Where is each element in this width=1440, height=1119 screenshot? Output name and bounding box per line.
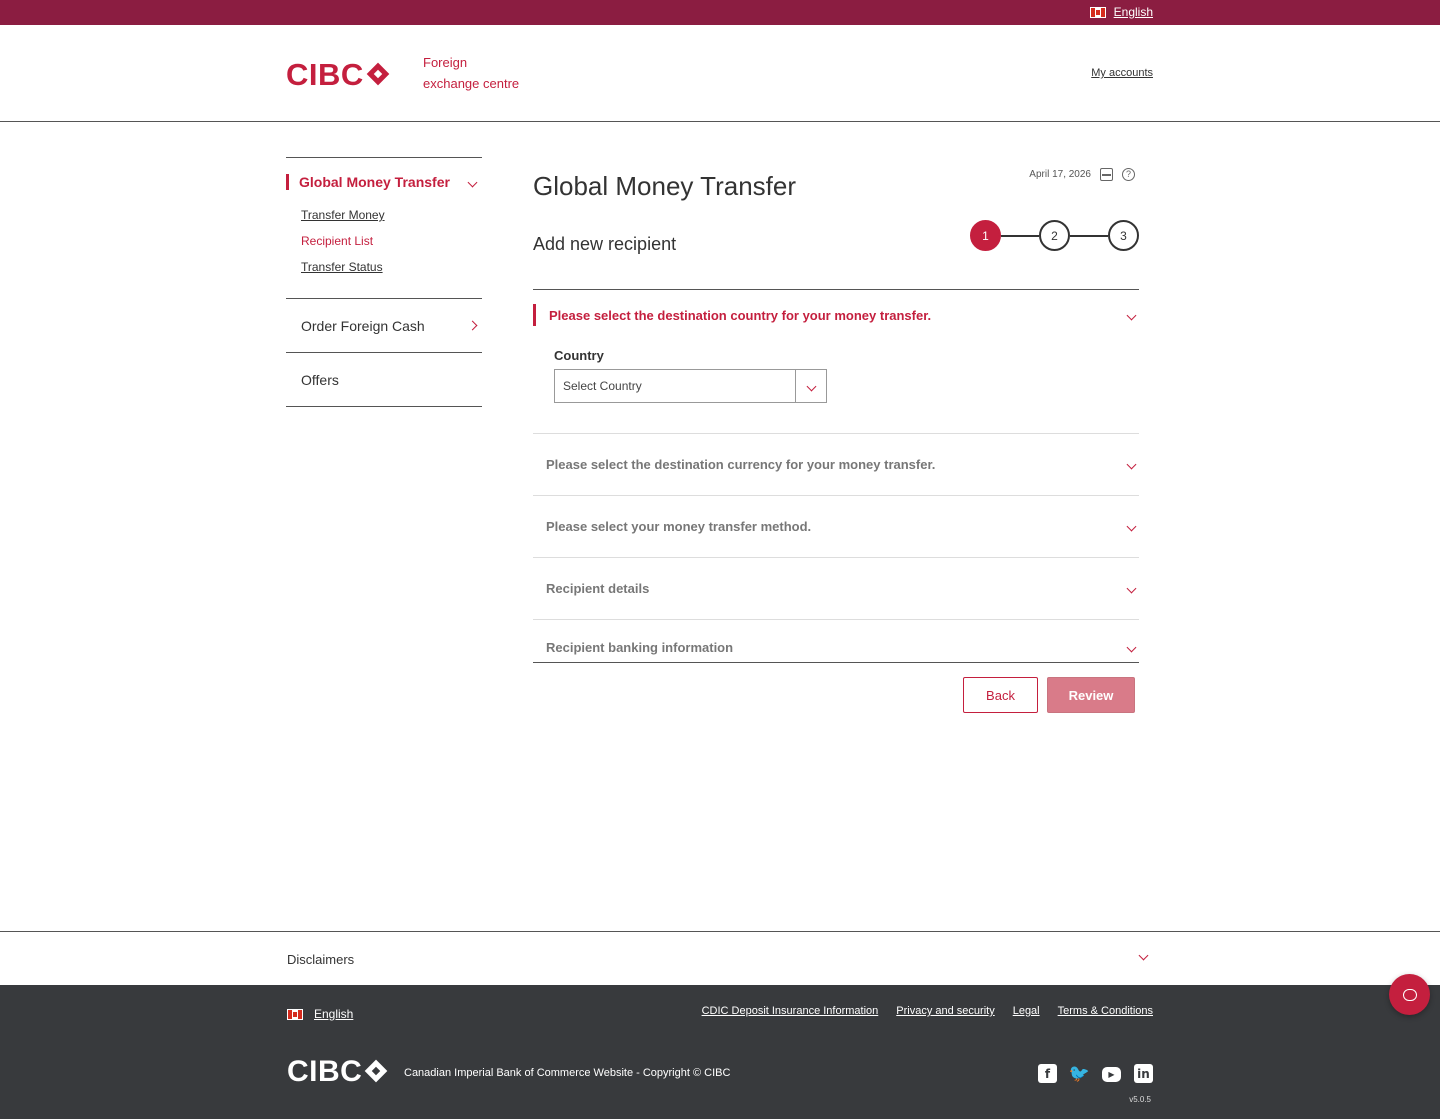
disclaimers-toggle[interactable]: Disclaimers bbox=[0, 931, 1440, 985]
step-3: 3 bbox=[1108, 220, 1139, 251]
chat-icon bbox=[1402, 988, 1417, 1001]
chevron-down-icon bbox=[806, 381, 816, 391]
sidebar-item-global-money-transfer[interactable]: Global Money Transfer bbox=[286, 158, 482, 206]
youtube-icon[interactable]: ▶ bbox=[1102, 1067, 1121, 1082]
facebook-icon[interactable]: f bbox=[1038, 1064, 1057, 1083]
footer-link-cdic[interactable]: CDIC Deposit Insurance Information bbox=[702, 1005, 879, 1017]
footer-links: CDIC Deposit Insurance Information Priva… bbox=[702, 1005, 1153, 1017]
country-label: Country bbox=[554, 348, 604, 363]
canada-flag-icon bbox=[1089, 6, 1106, 18]
sidebar-item-label: Global Money Transfer bbox=[299, 174, 450, 190]
sidebar-section-offers: Offers bbox=[286, 352, 482, 406]
logo-text: CIBC bbox=[286, 57, 364, 92]
chevron-down-icon bbox=[1126, 310, 1137, 321]
footer-link-legal[interactable]: Legal bbox=[1013, 1005, 1040, 1017]
my-accounts-link[interactable]: My accounts bbox=[1091, 67, 1153, 79]
step-1: 1 bbox=[970, 220, 1001, 251]
section-subtitle: Add new recipient bbox=[533, 234, 677, 254]
chevron-down-icon bbox=[1126, 642, 1137, 652]
footer-copyright: Canadian Imperial Bank of Commerce Websi… bbox=[404, 1067, 731, 1079]
accordion-header-recipient-details[interactable]: Recipient details bbox=[533, 558, 1139, 620]
sidebar-item-offers[interactable]: Offers bbox=[286, 353, 482, 406]
subtitle-line-2: exchange centre bbox=[423, 76, 520, 91]
sidebar-item-label: Offers bbox=[301, 371, 339, 388]
sidebar-item-transfer-money[interactable]: Transfer Money bbox=[301, 206, 482, 232]
footer: English CDIC Deposit Insurance Informati… bbox=[0, 985, 1440, 1119]
accordion-title: Please select your money transfer method… bbox=[546, 519, 812, 534]
accordion-header-country[interactable]: Please select the destination country fo… bbox=[533, 304, 1139, 326]
chevron-down-icon bbox=[1126, 521, 1137, 532]
top-bar: English bbox=[0, 0, 1440, 25]
accordion-header-currency[interactable]: Please select the destination currency f… bbox=[533, 434, 1139, 496]
page-title: Global Money Transfer bbox=[533, 171, 797, 201]
site-subtitle: Foreign exchange centre bbox=[423, 52, 519, 94]
chevron-right-icon bbox=[467, 320, 478, 331]
twitter-icon[interactable]: 🐦 bbox=[1069, 1064, 1090, 1084]
cibc-diamond-icon bbox=[366, 1061, 388, 1083]
help-icon[interactable]: ? bbox=[1122, 168, 1135, 181]
accordion-title: Recipient banking information bbox=[546, 639, 734, 655]
chat-button[interactable] bbox=[1389, 974, 1430, 1015]
sidebar-item-label: Order Foreign Cash bbox=[301, 317, 425, 334]
accordion-title: Please select the destination country fo… bbox=[549, 308, 932, 323]
date-toolbar: April 17, 2026 ? bbox=[1029, 168, 1135, 181]
sidebar-item-recipient-list[interactable]: Recipient List bbox=[301, 232, 482, 258]
accordion-title: Recipient details bbox=[546, 581, 650, 596]
country-select-toggle[interactable] bbox=[795, 370, 826, 402]
app-version: v5.0.5 bbox=[1129, 1095, 1151, 1104]
cibc-logo[interactable]: CIBC bbox=[286, 57, 390, 93]
footer-link-terms[interactable]: Terms & Conditions bbox=[1058, 1005, 1153, 1017]
country-select-value: Select Country bbox=[563, 379, 642, 393]
back-button[interactable]: Back bbox=[963, 677, 1038, 713]
footer-language-label: English bbox=[314, 1007, 354, 1021]
footer-language-link[interactable]: English bbox=[287, 1007, 353, 1021]
canada-flag-icon bbox=[287, 1008, 303, 1020]
chevron-down-icon bbox=[1138, 950, 1149, 961]
country-select[interactable]: Select Country bbox=[554, 369, 827, 403]
language-link[interactable]: English bbox=[1089, 5, 1153, 19]
language-label: English bbox=[1113, 5, 1153, 19]
current-date: April 17, 2026 bbox=[1029, 169, 1091, 180]
review-button[interactable]: Review bbox=[1047, 677, 1135, 713]
sidebar-submenu: Transfer Money Recipient List Transfer S… bbox=[286, 206, 482, 298]
disclaimers-label: Disclaimers bbox=[287, 952, 355, 967]
sidebar-item-order-foreign-cash[interactable]: Order Foreign Cash bbox=[286, 299, 482, 352]
footer-link-privacy[interactable]: Privacy and security bbox=[896, 1005, 994, 1017]
accordion-header-method[interactable]: Please select your money transfer method… bbox=[533, 496, 1139, 558]
sidebar-section-order-foreign-cash: Order Foreign Cash bbox=[286, 298, 482, 352]
linkedin-icon[interactable]: in bbox=[1134, 1064, 1153, 1083]
form-actions: Back Review bbox=[963, 677, 1135, 713]
progress-stepper: 1 2 3 bbox=[970, 220, 1139, 251]
accordion-header-recipient-banking[interactable]: Recipient banking information bbox=[533, 620, 1139, 663]
chevron-down-icon bbox=[1126, 459, 1137, 470]
sidebar-item-transfer-status[interactable]: Transfer Status bbox=[301, 258, 482, 284]
social-links: f 🐦 ▶ in bbox=[1038, 1064, 1153, 1084]
print-icon[interactable] bbox=[1100, 168, 1113, 181]
step-2: 2 bbox=[1039, 220, 1070, 251]
accordion-title: Please select the destination currency f… bbox=[546, 457, 936, 472]
step-connector bbox=[1001, 234, 1039, 237]
step-connector bbox=[1070, 234, 1108, 237]
sidebar-section-global-money-transfer: Global Money Transfer Transfer Money Rec… bbox=[286, 157, 482, 298]
cibc-diamond-icon bbox=[368, 64, 390, 86]
footer-cibc-logo: CIBC bbox=[287, 1055, 388, 1089]
chevron-down-icon bbox=[467, 177, 478, 187]
sidebar-divider bbox=[286, 406, 482, 407]
chevron-down-icon bbox=[1126, 583, 1137, 594]
header: CIBC Foreign exchange centre My accounts bbox=[0, 25, 1440, 122]
sidebar: Global Money Transfer Transfer Money Rec… bbox=[286, 157, 482, 407]
accordion-country: Please select the destination country fo… bbox=[533, 290, 1139, 434]
subtitle-line-1: Foreign bbox=[423, 55, 468, 70]
recipient-accordion: Please select the destination country fo… bbox=[533, 289, 1139, 663]
footer-logo-text: CIBC bbox=[287, 1055, 363, 1088]
